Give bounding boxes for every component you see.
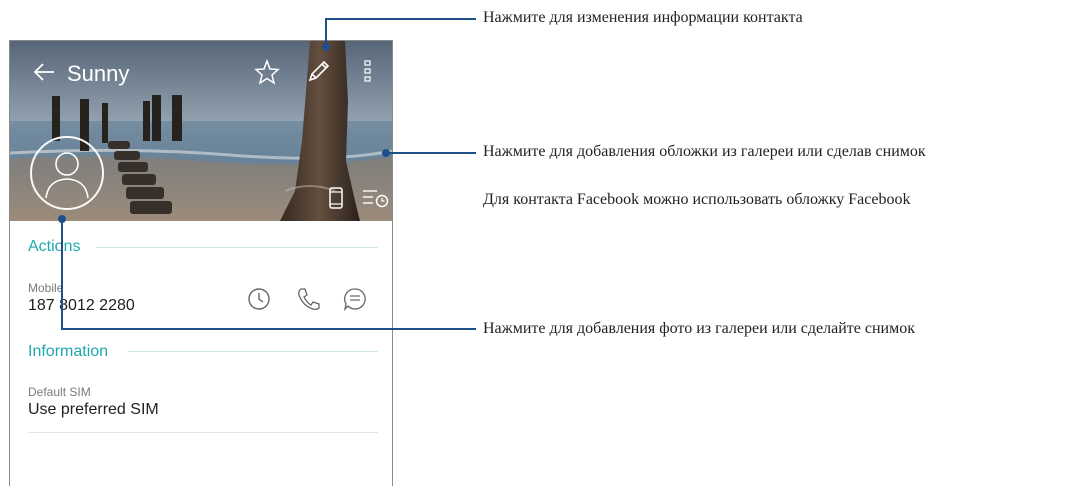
- actions-section-title: Actions: [28, 238, 81, 255]
- person-avatar-icon: [45, 152, 89, 199]
- information-section-divider: [128, 351, 378, 352]
- callout-edit-line-vertical: [325, 18, 327, 46]
- pencil-icon[interactable]: [305, 57, 333, 85]
- callout-cover-line: [386, 152, 476, 154]
- default-sim-value[interactable]: Use preferred SIM: [28, 401, 159, 419]
- mobile-label: Mobile: [28, 281, 64, 295]
- contact-detail-screen: Sunny Actions Mobile 187 8012 2280 Infor…: [9, 40, 393, 486]
- contact-photo-button[interactable]: [30, 136, 104, 210]
- mobile-number[interactable]: 187 8012 2280: [28, 297, 135, 315]
- information-section-title: Information: [28, 343, 109, 360]
- clock-icon[interactable]: [246, 286, 272, 312]
- contact-name: Sunny: [67, 61, 130, 86]
- phone-device-icon[interactable]: [326, 186, 346, 210]
- callout-photo-line-vertical: [61, 219, 63, 329]
- callout-edit-dot: [322, 43, 330, 51]
- more-vertical-icon[interactable]: [363, 58, 373, 84]
- message-icon[interactable]: [342, 286, 368, 312]
- callout-edit-text: Нажмите для изменения информации контакт…: [483, 9, 803, 26]
- callout-facebook-text: Для контакта Facebook можно использовать…: [483, 191, 911, 208]
- app-bar: Sunny: [10, 41, 392, 105]
- callout-photo-text: Нажмите для добавления фото из галереи и…: [483, 320, 915, 337]
- callout-cover-text: Нажмите для добавления обложки из галере…: [483, 143, 926, 160]
- back-arrow-icon[interactable]: [32, 59, 58, 85]
- information-row-divider: [28, 432, 378, 433]
- default-sim-label: Default SIM: [28, 385, 91, 399]
- call-history-icon[interactable]: [361, 187, 389, 209]
- callout-edit-line-horizontal: [325, 18, 476, 20]
- callout-photo-dot: [58, 215, 66, 223]
- callout-cover-dot: [382, 149, 390, 157]
- actions-section-divider: [96, 247, 378, 248]
- phone-icon[interactable]: [295, 286, 321, 312]
- star-icon[interactable]: [254, 59, 280, 85]
- callout-photo-line-horizontal: [61, 328, 476, 330]
